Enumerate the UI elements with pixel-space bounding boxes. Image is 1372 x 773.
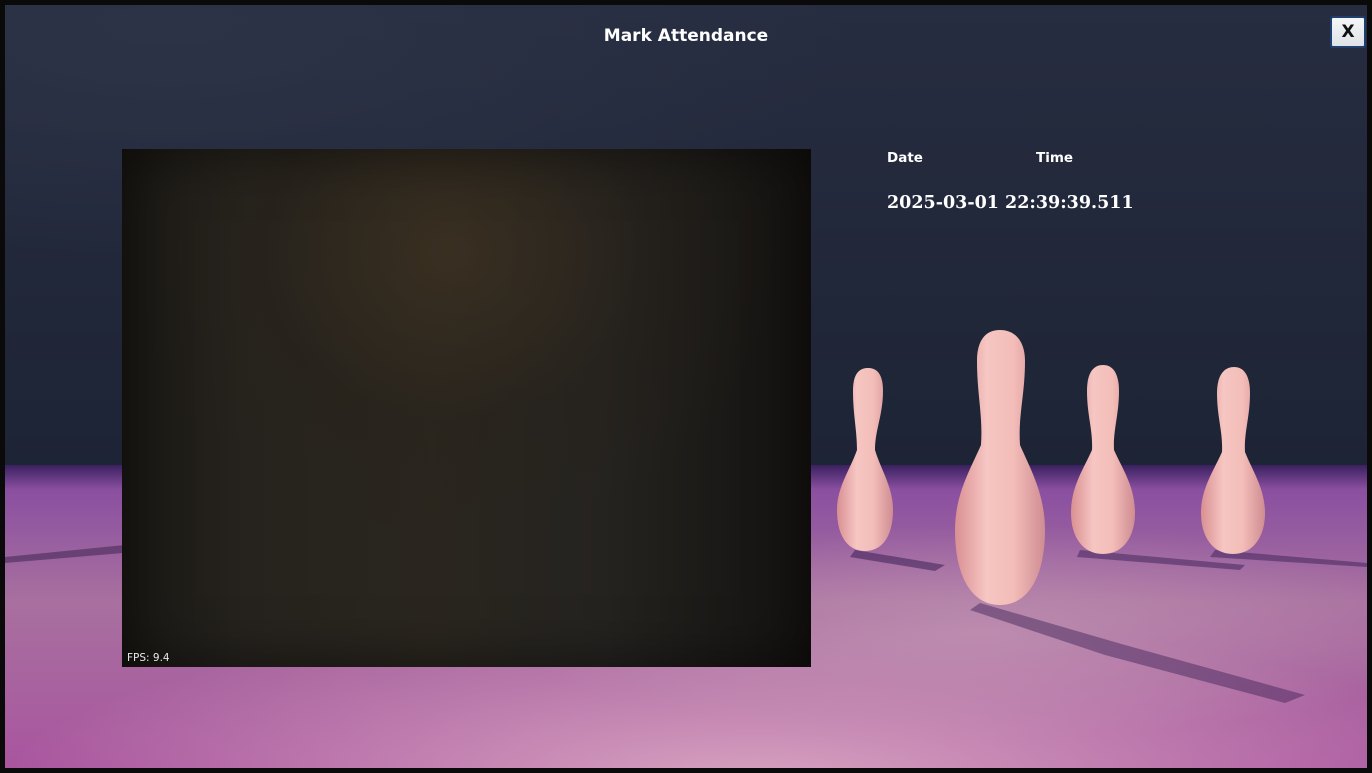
datetime-value: 2025-03-01 22:39:39.511 <box>887 193 1134 213</box>
camera-feed: FPS: 9.4 <box>122 149 811 667</box>
time-label: Time <box>1036 150 1074 166</box>
fps-counter: FPS: 9.4 <box>127 652 170 664</box>
window-title: Mark Attendance <box>603 26 769 46</box>
attendance-window: Mark Attendance X FPS: 9.4 Date Time 202… <box>0 0 1372 773</box>
close-button[interactable]: X <box>1330 16 1366 48</box>
date-label: Date <box>887 150 923 166</box>
